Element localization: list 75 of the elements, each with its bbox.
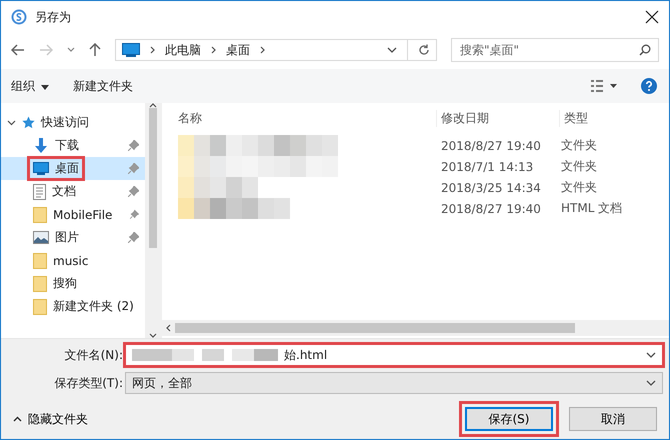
date-cell-text: 2018/8/27 19:40: [440, 202, 542, 216]
nav-item-label: music: [53, 254, 88, 268]
nav-item[interactable]: 快速访问: [1, 111, 145, 134]
view-options-icon[interactable]: [591, 80, 617, 92]
scrollbar[interactable]: [145, 103, 161, 338]
type-cell-text: HTML 文档: [560, 200, 624, 217]
type-cell-text: 文件夹: [560, 179, 598, 196]
nav-item-label: 新建文件夹 (2): [53, 298, 134, 315]
field-label: 文件名(N):: [64, 346, 124, 364]
monitor-icon: [33, 162, 49, 175]
column-header[interactable]: 修改日期: [436, 110, 559, 126]
picture-icon: [33, 231, 49, 244]
document-icon: [33, 184, 46, 200]
nav-item[interactable]: music: [1, 249, 145, 272]
folder-icon: [33, 298, 47, 314]
help-icon[interactable]: [641, 78, 657, 94]
type-cell-text: 文件夹: [560, 158, 598, 175]
chevron-icon[interactable]: [7, 118, 16, 127]
close-icon[interactable]: [645, 10, 659, 24]
chevron-right-icon: [150, 46, 155, 54]
nav-item[interactable]: 桌面: [1, 157, 145, 180]
scrollbar[interactable]: [162, 320, 669, 336]
chevron-up-icon: [13, 416, 22, 422]
nav-item-label: MobileFile: [53, 208, 112, 222]
date-cell-text: 2018/8/27 19:40: [440, 138, 542, 152]
nav-item[interactable]: 下载: [1, 134, 145, 157]
nav-item[interactable]: MobileFile: [1, 203, 145, 226]
breadcrumb[interactable]: 桌面: [226, 42, 250, 58]
organize-menu-button[interactable]: 组织: [11, 76, 49, 96]
chevron-up-icon[interactable]: [149, 103, 157, 108]
chevron-down-icon[interactable]: [646, 380, 656, 386]
back-arrow-icon[interactable]: [11, 44, 25, 56]
date-cell-text: 2018/7/1 14:13: [440, 160, 534, 174]
nav-item-label: 搜狗: [53, 275, 77, 292]
new-folder-button[interactable]: 新建文件夹: [73, 76, 133, 96]
hide-folders-button[interactable]: 隐藏文件夹: [13, 410, 88, 428]
address-bar[interactable]: 此电脑 桌面: [115, 39, 437, 61]
nav-item-label: 下载: [55, 137, 79, 154]
nav-item[interactable]: 图片: [1, 226, 145, 249]
nav-item-label: 文档: [52, 183, 76, 200]
folder-icon: [33, 252, 47, 268]
filename-field[interactable]: 始.html: [125, 344, 663, 366]
app-logo-icon: [11, 9, 27, 25]
file-type-dropdown[interactable]: 网页，全部: [125, 372, 663, 394]
column-header[interactable]: 类型: [559, 110, 669, 126]
dialog-button[interactable]: 取消: [569, 407, 657, 431]
chevron-down-icon[interactable]: [67, 47, 75, 53]
type-cell-text: 文件夹: [560, 137, 598, 154]
folder-icon: [33, 276, 47, 292]
download-arrow-icon: [33, 138, 49, 154]
window-title: 另存为: [35, 8, 72, 26]
date-cell-text: 2018/3/25 14:34: [440, 180, 542, 194]
star-icon: [22, 116, 35, 129]
nav-item[interactable]: 搜狗: [1, 272, 145, 295]
up-arrow-icon[interactable]: [89, 43, 101, 57]
column-header[interactable]: 名称: [172, 110, 436, 126]
chevron-down-icon[interactable]: [646, 352, 656, 358]
nav-item-label: 图片: [55, 229, 79, 246]
search-icon[interactable]: [639, 44, 651, 56]
chevron-right-icon: [211, 46, 216, 54]
breadcrumb[interactable]: 此电脑: [165, 42, 201, 58]
chevron-left-icon[interactable]: [166, 324, 171, 332]
chevron-right-icon[interactable]: [260, 46, 265, 54]
nav-item[interactable]: 新建文件夹 (2): [1, 295, 145, 318]
chevron-down-icon[interactable]: [387, 46, 397, 54]
caret-down-icon: [41, 84, 49, 90]
dialog-button[interactable]: 保存(S): [465, 407, 553, 431]
chevron-down-icon[interactable]: [149, 333, 157, 338]
nav-item-label: 桌面: [55, 160, 79, 177]
refresh-icon[interactable]: [418, 44, 430, 56]
nav-item[interactable]: 文档: [1, 180, 145, 203]
field-label: 保存类型(T):: [53, 374, 124, 392]
monitor-icon: [122, 43, 140, 57]
search-field[interactable]: 搜索"桌面": [451, 38, 659, 62]
folder-icon: [33, 206, 47, 222]
